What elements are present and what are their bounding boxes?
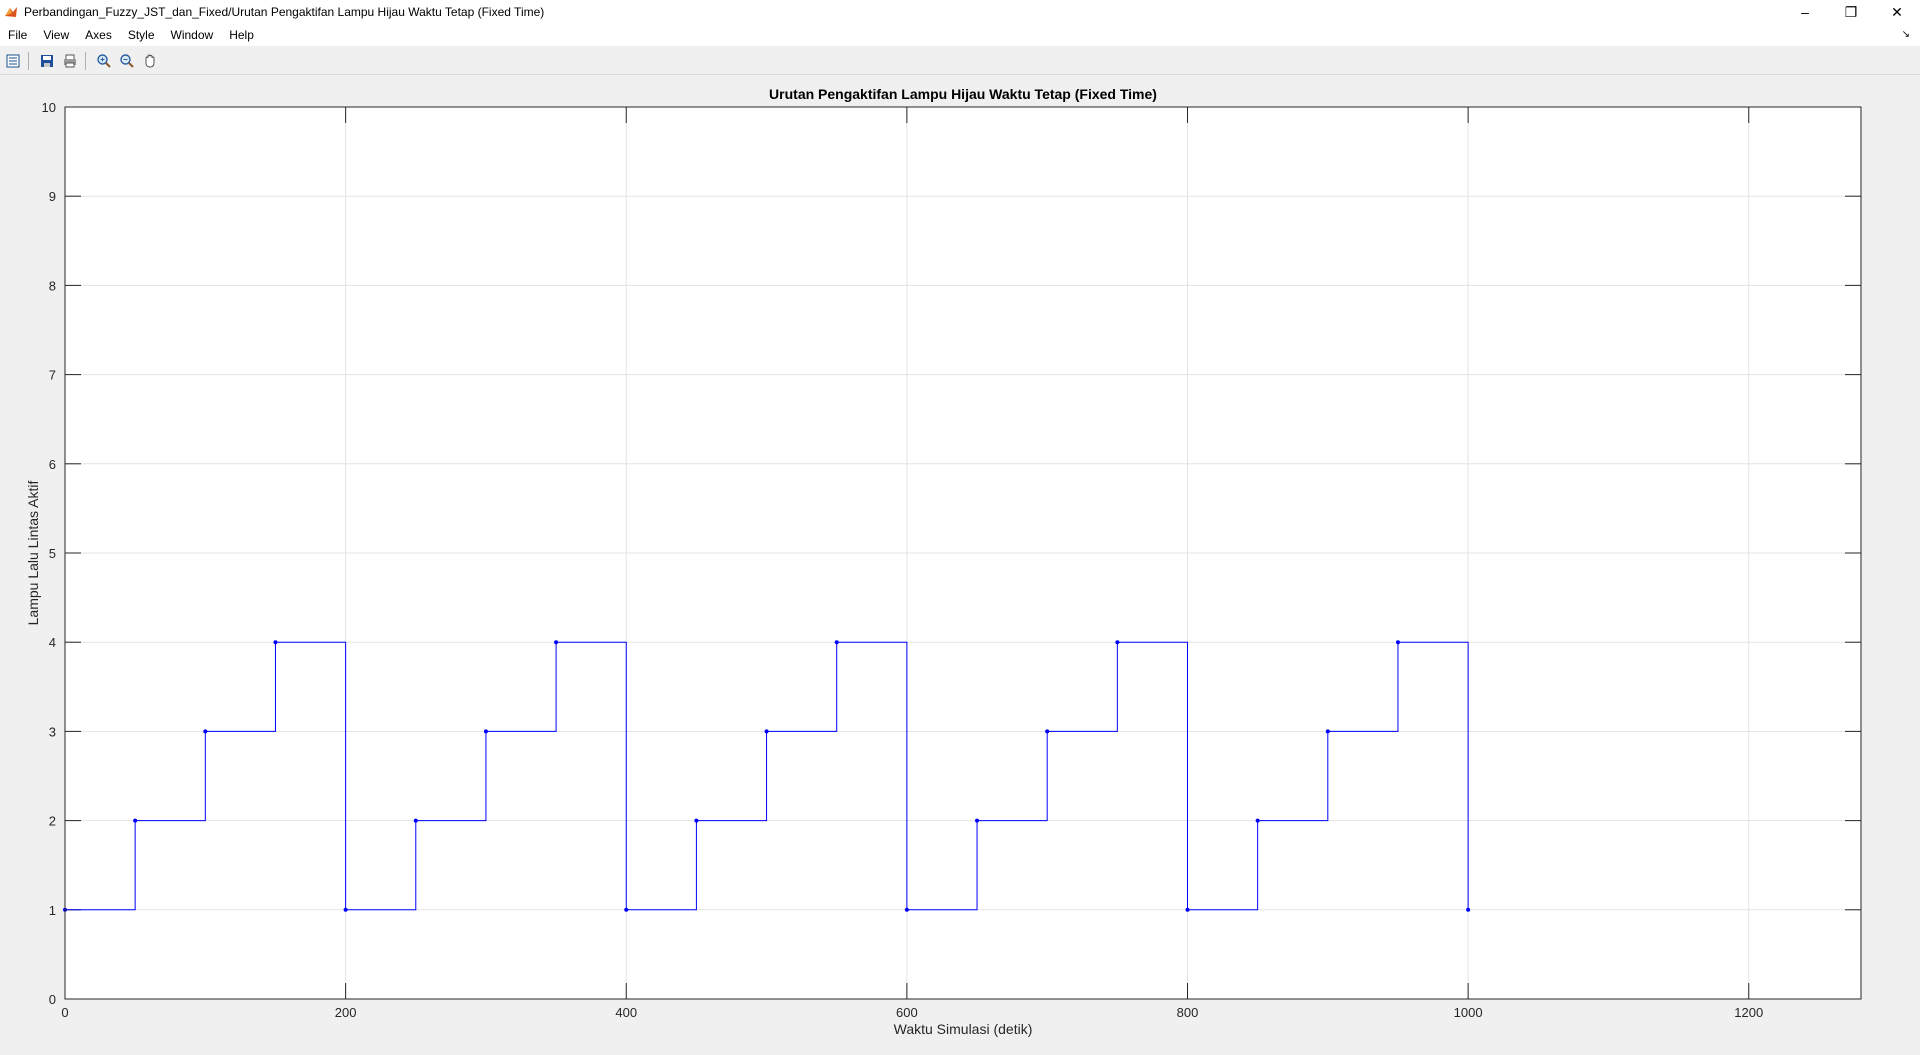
data-point bbox=[1115, 640, 1120, 645]
window-title: Perbandingan_Fuzzy_JST_dan_Fixed/Urutan … bbox=[24, 5, 545, 19]
data-point bbox=[904, 907, 909, 912]
data-point bbox=[764, 729, 769, 734]
close-button[interactable]: ✕ bbox=[1874, 0, 1920, 24]
menu-help[interactable]: Help bbox=[221, 24, 262, 46]
y-tick-label: 8 bbox=[49, 278, 56, 293]
y-tick-label: 6 bbox=[49, 457, 56, 472]
toolbar-separator bbox=[28, 52, 29, 70]
data-point bbox=[694, 818, 699, 823]
y-tick-label: 7 bbox=[49, 368, 56, 383]
x-tick-label: 800 bbox=[1177, 1005, 1199, 1020]
menu-window[interactable]: Window bbox=[163, 24, 222, 46]
x-axis-label: Waktu Simulasi (detik) bbox=[894, 1021, 1033, 1037]
x-tick-label: 200 bbox=[335, 1005, 357, 1020]
data-point bbox=[975, 818, 980, 823]
data-point bbox=[834, 640, 839, 645]
y-tick-label: 4 bbox=[49, 635, 56, 650]
x-tick-label: 1200 bbox=[1734, 1005, 1763, 1020]
menu-bar: File View Axes Style Window Help ↘ bbox=[0, 24, 1920, 46]
y-tick-label: 5 bbox=[49, 546, 56, 561]
menu-axes[interactable]: Axes bbox=[77, 24, 120, 46]
data-point bbox=[1325, 729, 1330, 734]
menu-file[interactable]: File bbox=[0, 24, 35, 46]
dock-arrow-icon[interactable]: ↘ bbox=[1902, 29, 1910, 40]
data-point bbox=[624, 907, 629, 912]
chart[interactable]: 0 200 400 600 800 1000 1200 0 1 2 3 4 5 6 7 8 9 10 Urutan… bbox=[0, 75, 1920, 1050]
toolbar bbox=[0, 48, 1920, 75]
data-point bbox=[1255, 818, 1260, 823]
data-point bbox=[203, 729, 208, 734]
chart-title: Urutan Pengaktifan Lampu Hijau Waktu Tet… bbox=[769, 86, 1157, 102]
data-point bbox=[273, 640, 278, 645]
data-point bbox=[1185, 907, 1190, 912]
x-tick-label: 0 bbox=[61, 1005, 68, 1020]
y-axis-label: Lampu Lalu Lintas Aktif bbox=[25, 481, 41, 626]
restore-button[interactable]: ❐ bbox=[1828, 0, 1874, 24]
data-point bbox=[1395, 640, 1400, 645]
menu-style[interactable]: Style bbox=[120, 24, 163, 46]
toolbar-separator bbox=[85, 52, 86, 70]
y-tick-label: 10 bbox=[42, 100, 56, 115]
zoom-out-icon[interactable] bbox=[117, 51, 137, 71]
x-tick-label: 400 bbox=[615, 1005, 637, 1020]
matlab-icon bbox=[5, 7, 17, 17]
data-point bbox=[343, 907, 348, 912]
y-tick-label: 2 bbox=[49, 814, 56, 829]
window-controls: – ❐ ✕ bbox=[1782, 0, 1920, 24]
data-point bbox=[483, 729, 488, 734]
y-tick-label: 3 bbox=[49, 724, 56, 739]
print-icon[interactable] bbox=[60, 51, 80, 71]
y-tick-label: 1 bbox=[49, 903, 56, 918]
zoom-in-icon[interactable] bbox=[94, 51, 114, 71]
x-tick-label: 600 bbox=[896, 1005, 918, 1020]
data-point bbox=[413, 818, 418, 823]
menu-view[interactable]: View bbox=[35, 24, 77, 46]
pan-icon[interactable] bbox=[140, 51, 160, 71]
title-bar: Perbandingan_Fuzzy_JST_dan_Fixed/Urutan … bbox=[0, 0, 1920, 24]
figure-canvas: 0 200 400 600 800 1000 1200 0 1 2 3 4 5 6 7 8 9 10 Urutan… bbox=[0, 75, 1920, 1050]
minimize-button[interactable]: – bbox=[1782, 0, 1828, 24]
parameters-icon[interactable] bbox=[3, 51, 23, 71]
data-point bbox=[1466, 907, 1471, 912]
y-tick-label: 9 bbox=[49, 189, 56, 204]
y-tick-label: 0 bbox=[49, 992, 56, 1007]
x-tick-label: 1000 bbox=[1454, 1005, 1483, 1020]
data-point bbox=[554, 640, 559, 645]
data-point bbox=[1045, 729, 1050, 734]
save-icon[interactable] bbox=[37, 51, 57, 71]
data-point bbox=[133, 818, 138, 823]
